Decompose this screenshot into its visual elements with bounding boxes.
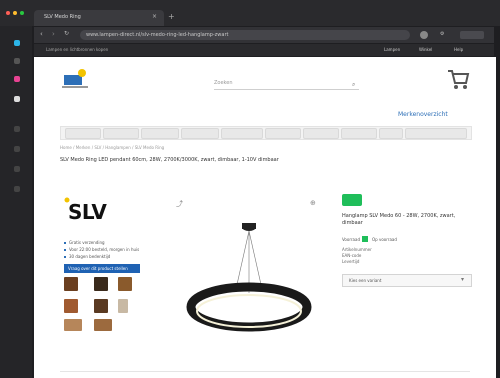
thumbnail[interactable] <box>64 319 82 331</box>
url-field[interactable]: www.lampen-direct.nl/slv-medo-ring-led-h… <box>80 30 410 40</box>
url-text: www.lampen-direct.nl/slv-medo-ring-led-h… <box>86 32 229 38</box>
store-logo[interactable] <box>60 67 90 91</box>
thumbnail[interactable] <box>118 277 132 291</box>
minimize-window-icon[interactable] <box>13 11 17 15</box>
reload-icon[interactable]: ↻ <box>64 30 69 37</box>
sidebar-app-icon-1[interactable] <box>14 40 20 46</box>
web-page: Zoeken ⌕ Merkenoverzicht Home / Merken /… <box>34 57 496 378</box>
bookmarks-bar: Lampen en lichtbronnen kopen Lampen Wink… <box>34 44 494 56</box>
sidebar-app-icon-8[interactable] <box>14 186 20 192</box>
bookmark-label-2[interactable]: Winkel <box>419 47 432 52</box>
browser-tab[interactable]: SLV Medo Ring × <box>34 10 164 26</box>
thumbnail[interactable] <box>94 277 108 291</box>
app-sidebar <box>0 26 32 378</box>
feature-item: Voor 22:00 besteld, morgen in huis <box>64 246 139 253</box>
close-tab-icon[interactable]: × <box>152 13 157 20</box>
feature-item: Gratis verzending <box>64 239 139 246</box>
new-tab-icon[interactable]: + <box>168 12 175 21</box>
search-input[interactable]: Zoeken <box>214 79 359 90</box>
breadcrumb[interactable]: Home / Merken / SLV / Hanglampen / SLV M… <box>60 145 164 150</box>
feature-item: 30 dagen bedenktijd <box>64 253 139 260</box>
bookmark-label-1[interactable]: Lampen <box>384 47 400 52</box>
nav-item[interactable] <box>341 128 377 139</box>
zoom-icon[interactable]: ⊕ <box>310 199 316 207</box>
in-stock-icon <box>362 236 368 242</box>
side-product-title: Hanglamp SLV Medo 60 - 28W, 2700K, zwart… <box>342 213 456 226</box>
sidebar-app-icon-4[interactable] <box>14 96 20 102</box>
thumbnail[interactable] <box>64 277 78 291</box>
nav-item[interactable] <box>303 128 339 139</box>
forward-icon[interactable]: › <box>52 30 55 38</box>
sidebar-app-icon-6[interactable] <box>14 146 20 152</box>
variant-select[interactable]: Kies een variant ▾ <box>342 274 472 287</box>
nav-item[interactable] <box>265 128 301 139</box>
bookmark-label-3[interactable]: Help <box>454 47 463 52</box>
extensions-icon[interactable]: ⚙ <box>440 31 444 37</box>
thumbnail[interactable] <box>94 319 112 331</box>
thumbnail[interactable] <box>64 299 78 313</box>
divider <box>60 371 470 372</box>
thumbnail[interactable] <box>118 299 128 313</box>
product-image[interactable] <box>174 207 324 377</box>
category-nav <box>60 126 472 140</box>
ask-question-button[interactable]: Vraag over dit product stellen <box>64 264 140 273</box>
sidebar-app-icon-5[interactable] <box>14 126 20 132</box>
bookmark-item[interactable]: Lampen en lichtbronnen kopen <box>46 47 108 52</box>
nav-item[interactable] <box>65 128 101 139</box>
back-icon[interactable]: ‹ <box>40 30 43 38</box>
close-window-icon[interactable] <box>6 11 10 15</box>
brands-link[interactable]: Merkenoverzicht <box>398 111 448 118</box>
shopping-cart-icon[interactable] <box>446 67 470 91</box>
search-placeholder: Zoeken <box>214 80 233 86</box>
sidebar-app-icon-7[interactable] <box>14 166 20 172</box>
sidebar-app-icon-2[interactable] <box>14 58 20 64</box>
nav-item[interactable] <box>379 128 403 139</box>
nav-item[interactable] <box>141 128 179 139</box>
tab-strip: SLV Medo Ring × + <box>0 0 500 26</box>
menu-button[interactable] <box>460 31 484 39</box>
info-line: Levertijd <box>342 259 360 264</box>
stock-status: Op voorraad <box>372 237 397 242</box>
delivery-badge <box>342 194 362 206</box>
nav-item[interactable] <box>181 128 219 139</box>
profile-avatar[interactable] <box>420 31 428 39</box>
nav-item[interactable] <box>103 128 139 139</box>
product-title: SLV Medo Ring LED pendant 60cm, 28W, 270… <box>60 157 279 163</box>
thumbnail[interactable] <box>94 299 108 313</box>
brand-logo[interactable]: SLV <box>68 200 107 224</box>
nav-item[interactable] <box>221 128 263 139</box>
stock-label: Voorraad <box>342 237 360 242</box>
feature-list: Gratis verzending Voor 22:00 besteld, mo… <box>64 239 139 260</box>
product-info: Artikelnummer EAN-code Levertijd <box>342 247 372 265</box>
maximize-window-icon[interactable] <box>20 11 24 15</box>
tab-title: SLV Medo Ring <box>44 14 81 20</box>
search-icon[interactable]: ⌕ <box>352 81 355 89</box>
chevron-down-icon: ▾ <box>461 276 465 283</box>
variant-select-label: Kies een variant <box>349 278 382 283</box>
sidebar-app-icon-3[interactable] <box>14 76 20 82</box>
nav-item[interactable] <box>405 128 467 139</box>
